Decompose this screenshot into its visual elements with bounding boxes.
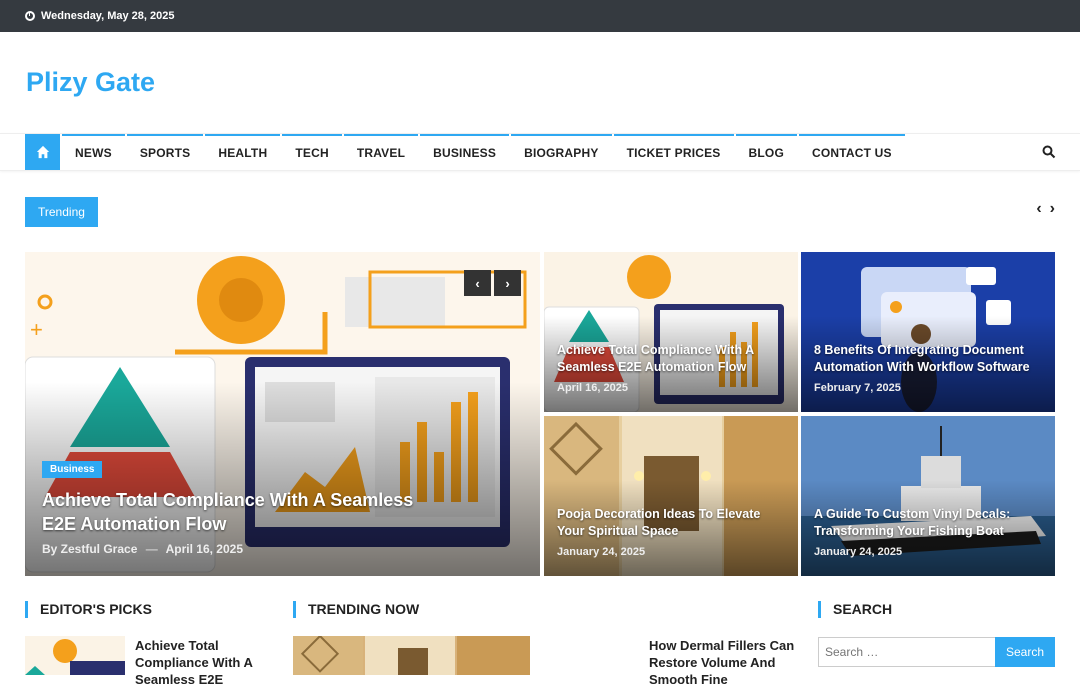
meta-separator: — — [145, 542, 158, 556]
card-date: January 24, 2025 — [814, 546, 903, 558]
top-bar: Wednesday, May 28, 2025 — [0, 0, 1080, 32]
slider-arrows: ‹ › — [464, 270, 521, 296]
featured-card[interactable]: A Guide To Custom Vinyl Decals: Transfor… — [801, 416, 1055, 576]
search-button[interactable]: Search — [995, 637, 1055, 667]
featured-main-card[interactable]: + ‹ › Business Achieve Total Compliance … — [25, 252, 540, 576]
trending-bar: Trending ‹ › — [0, 171, 1080, 253]
search-input[interactable] — [818, 637, 996, 667]
nav-item-ticket-prices[interactable]: TICKET PRICES — [613, 134, 734, 170]
nav-item-business[interactable]: BUSINESS — [420, 134, 510, 170]
featured-main-meta: By Zestful Grace — April 16, 2025 — [42, 542, 243, 556]
post-date: April 16, 2025 — [165, 542, 243, 556]
trending-now-heading: TRENDING NOW — [293, 601, 419, 618]
trending-now-side-title[interactable]: How Dermal Fillers Can Restore Volume An… — [649, 637, 799, 688]
featured-grid: + ‹ › Business Achieve Total Compliance … — [25, 252, 1055, 576]
search-icon[interactable] — [1042, 145, 1056, 159]
featured-card[interactable]: Pooja Decoration Ideas To Elevate Your S… — [544, 416, 798, 576]
chevron-right-icon[interactable]: › — [1050, 201, 1055, 217]
home-button[interactable] — [25, 134, 60, 170]
card-title[interactable]: 8 Benefits Of Integrating Document Autom… — [814, 342, 1044, 376]
site-title[interactable]: Plizy Gate — [26, 67, 155, 98]
editors-picks-heading: EDITOR'S PICKS — [25, 601, 152, 618]
category-badge[interactable]: Business — [42, 461, 103, 478]
featured-card[interactable]: 8 Benefits Of Integrating Document Autom… — [801, 252, 1055, 412]
featured-main-title[interactable]: Achieve Total Compliance With A Seamless… — [42, 488, 452, 536]
trending-now-thumbnail[interactable] — [293, 636, 530, 675]
author[interactable]: By Zestful Grace — [42, 542, 137, 556]
chevron-left-icon[interactable]: ‹ — [1036, 201, 1041, 217]
nav-item-blog[interactable]: BLOG — [735, 134, 797, 170]
nav-item-tech[interactable]: TECH — [282, 134, 342, 170]
featured-card[interactable]: Achieve Total Compliance With A Seamless… — [544, 252, 798, 412]
main-nav: NEWS SPORTS HEALTH TECH TRAVEL BUSINESS … — [0, 133, 1080, 171]
trending-label[interactable]: Trending — [25, 197, 98, 227]
nav-item-travel[interactable]: TRAVEL — [343, 134, 419, 170]
card-title[interactable]: A Guide To Custom Vinyl Decals: Transfor… — [814, 506, 1044, 540]
card-title[interactable]: Pooja Decoration Ideas To Elevate Your S… — [557, 506, 777, 540]
svg-text:+: + — [30, 317, 43, 342]
nav-item-sports[interactable]: SPORTS — [126, 134, 204, 170]
clock-icon — [25, 11, 35, 21]
trending-arrows: ‹ › — [1036, 201, 1055, 217]
nav-item-contact-us[interactable]: CONTACT US — [798, 134, 905, 170]
card-date: February 7, 2025 — [814, 382, 901, 394]
card-title[interactable]: Achieve Total Compliance With A Seamless… — [557, 342, 782, 376]
home-icon — [36, 145, 49, 159]
site-header: Plizy Gate — [0, 32, 1080, 133]
editors-pick-thumbnail[interactable] — [25, 636, 125, 675]
card-date: January 24, 2025 — [557, 546, 646, 558]
chevron-right-icon[interactable]: › — [494, 270, 521, 296]
nav-item-health[interactable]: HEALTH — [205, 134, 281, 170]
search-heading: SEARCH — [818, 601, 892, 618]
current-date: Wednesday, May 28, 2025 — [41, 10, 175, 22]
card-date: April 16, 2025 — [557, 382, 628, 394]
editors-pick-title[interactable]: Achieve Total Compliance With A Seamless… — [135, 637, 275, 688]
nav-item-biography[interactable]: BIOGRAPHY — [511, 134, 612, 170]
chevron-left-icon[interactable]: ‹ — [464, 270, 491, 296]
nav-item-news[interactable]: NEWS — [62, 134, 125, 170]
